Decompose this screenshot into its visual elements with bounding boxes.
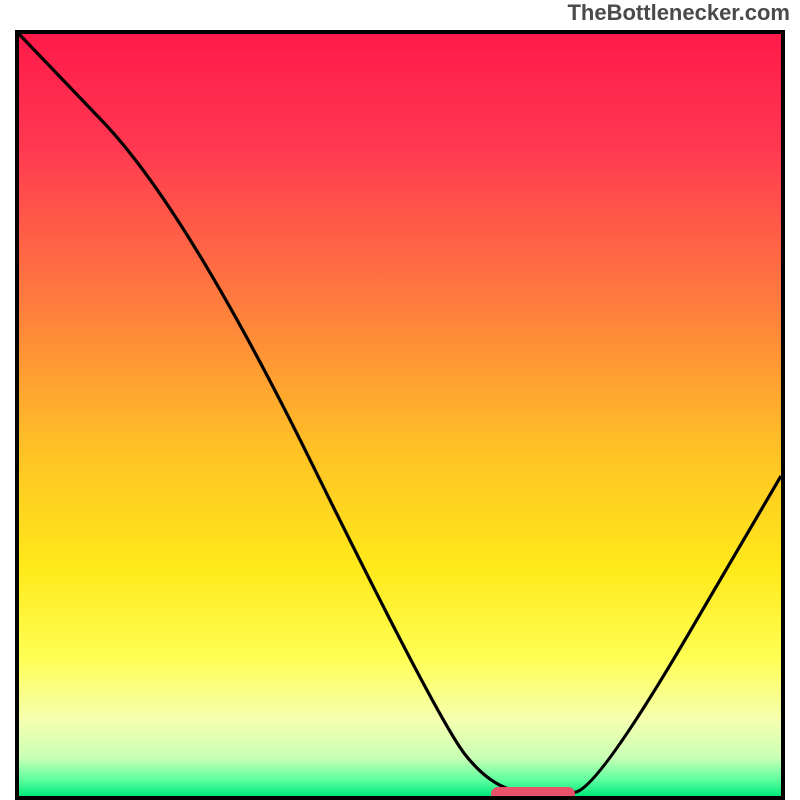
optimal-range-marker	[491, 787, 575, 800]
chart-curve	[19, 34, 781, 796]
watermark-text: TheBottlenecker.com	[567, 0, 790, 26]
bottleneck-chart	[15, 30, 785, 800]
